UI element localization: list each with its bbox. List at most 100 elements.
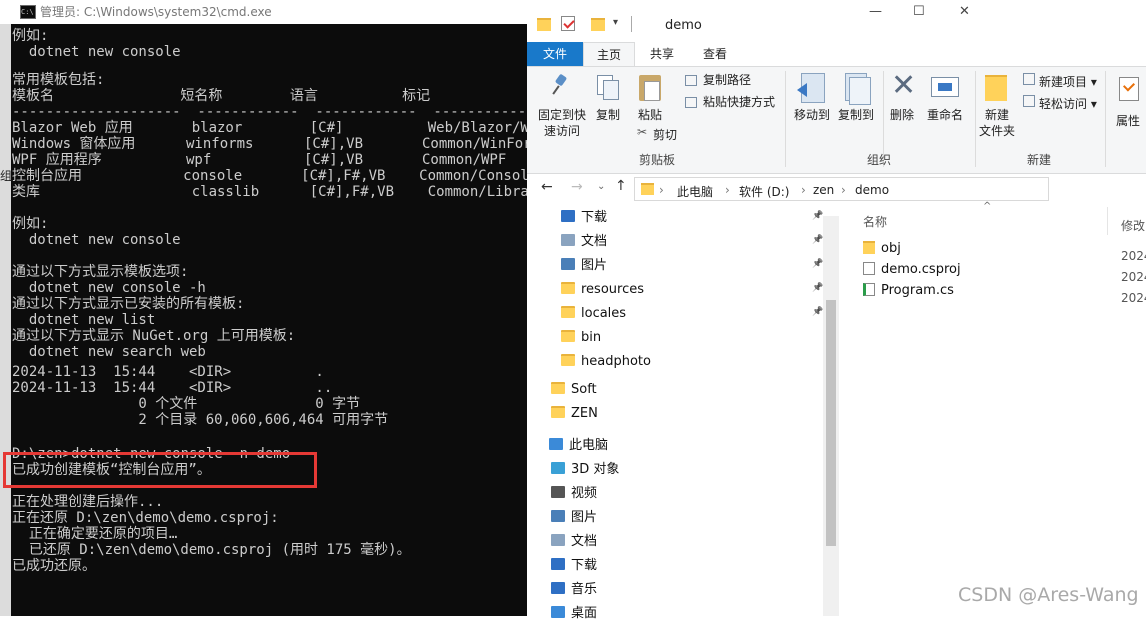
column-header-modified[interactable]: 修改 (1121, 217, 1145, 234)
nav-item[interactable]: resources (561, 279, 644, 301)
breadcrumb-drive-d[interactable]: 软件 (D:) (739, 183, 789, 200)
tab-share[interactable]: 共享 (637, 42, 687, 66)
new-item-button[interactable]: 新建项目 ▾ (1039, 74, 1097, 90)
breadcrumb-separator-icon[interactable]: › (659, 183, 664, 197)
nav-item[interactable]: 文档 (551, 531, 597, 553)
nav-item-label: 图片 (571, 510, 598, 525)
delete-icon: ✕ (891, 68, 917, 103)
tab-file[interactable]: 文件 (527, 42, 583, 66)
forward-arrow-icon[interactable]: → (571, 179, 583, 195)
breadcrumb-this-pc[interactable]: 此电脑 (677, 183, 713, 200)
properties-icon (1119, 77, 1139, 101)
nav-item-label: 3D 对象 (571, 462, 620, 477)
paste-button[interactable]: 粘贴 (633, 107, 667, 123)
background-window-glyph: 组 (0, 169, 13, 183)
nav-item[interactable]: 下载 (551, 555, 597, 577)
nav-item-label: bin (581, 330, 602, 345)
nav-item[interactable]: 文档 (561, 231, 607, 253)
properties-button[interactable]: 属性 (1111, 113, 1145, 129)
quick-access-toolbar-dropdown-icon[interactable]: ▾ (613, 17, 618, 28)
console-line: 类库 classlib [C#],F#,VB Common/Library (12, 184, 546, 200)
sort-up-chevron-icon: ^ (983, 201, 992, 212)
copy-to-button[interactable]: 复制到 (833, 107, 879, 123)
tab-view[interactable]: 查看 (689, 42, 741, 66)
delete-button[interactable]: 删除 (885, 107, 919, 123)
navigation-scrollbar-thumb[interactable] (826, 300, 836, 546)
move-to-button[interactable]: 移动到 (789, 107, 835, 123)
paste-shortcut-button[interactable]: 粘贴快捷方式 (703, 94, 775, 110)
nav-item[interactable]: locales (561, 303, 626, 325)
file-name: Program.cs (881, 283, 954, 298)
recent-locations-chevron-icon[interactable]: ⌄ (597, 181, 605, 192)
file-modified-date: 2024 (1121, 291, 1146, 305)
breadcrumb-separator-icon[interactable]: › (841, 183, 846, 197)
breadcrumb-zen[interactable]: zen (813, 183, 834, 197)
pin-to-quick-access-button[interactable]: 固定到快 速访问 (533, 107, 591, 139)
nav-item-label: Soft (571, 382, 597, 397)
copy-button[interactable]: 复制 (593, 107, 623, 123)
watermark: CSDN @Ares-Wang (958, 584, 1139, 606)
nav-item[interactable]: 桌面 (551, 603, 597, 625)
console-line: dotnet new console (12, 44, 181, 60)
cut-button[interactable]: 剪切 (653, 127, 677, 143)
console-line: 控制台应用 console [C#],F#,VB Common/Console (12, 168, 538, 184)
console-line: 已还原 D:\zen\demo\demo.csproj (用时 175 毫秒)。 (12, 542, 411, 558)
explorer-title: demo (665, 18, 702, 33)
pinned-icon[interactable]: 📌 (812, 235, 823, 245)
console-line: 2 个目录 60,060,606,464 可用字节 (12, 412, 389, 428)
console-line: 正在还原 D:\zen\demo\demo.csproj: (12, 510, 279, 526)
rename-button[interactable]: 重命名 (923, 107, 967, 123)
close-button[interactable]: ✕ (959, 4, 970, 19)
nav-item[interactable]: 图片 (551, 507, 597, 529)
console-line: 2024-11-13 15:44 <DIR> . (12, 364, 324, 380)
nav-item[interactable]: headphoto (561, 351, 651, 373)
nav-item[interactable]: ZEN (551, 403, 598, 425)
breadcrumb-demo[interactable]: demo (855, 183, 889, 197)
pinned-icon[interactable]: 📌 (812, 283, 823, 293)
file-row[interactable]: demo.csproj (863, 262, 961, 277)
copy-icon (597, 75, 619, 100)
file-row[interactable]: Program.cs (863, 283, 954, 298)
properties-quick-icon[interactable] (561, 16, 575, 31)
back-arrow-icon[interactable]: ← (541, 179, 553, 195)
console-line: 0 个文件 0 字节 (12, 396, 361, 412)
easy-access-button[interactable]: 轻松访问 ▾ (1039, 96, 1097, 112)
picture-icon (561, 258, 575, 270)
nav-item[interactable]: 3D 对象 (551, 459, 619, 481)
file-icon (863, 262, 875, 275)
file-modified-date: 2024 (1121, 270, 1146, 284)
new-folder-quick-icon[interactable] (591, 18, 605, 31)
pinned-icon[interactable]: 📌 (812, 307, 823, 317)
breadcrumb-separator-icon[interactable]: › (801, 183, 806, 197)
address-input[interactable]: › 此电脑 › 软件 (D:) › zen › demo (634, 177, 1049, 201)
pinned-icon[interactable]: 📌 (812, 211, 823, 221)
nav-item[interactable]: 此电脑 (549, 435, 608, 457)
pinned-icon[interactable]: 📌 (812, 259, 823, 269)
explorer-titlebar[interactable]: ▾ demo — ☐ ✕ (527, 0, 1146, 40)
up-arrow-icon[interactable]: ↑ (615, 178, 627, 194)
nav-item[interactable]: Soft (551, 379, 597, 401)
nav-item[interactable]: 图片 (561, 255, 607, 277)
copy-path-button[interactable]: 复制路径 (703, 72, 751, 88)
column-header-name[interactable]: 名称 (863, 213, 887, 230)
file-list-pane: 名称 ^ 修改 obj 2024 demo.csproj 2024 Program.cs… (839, 201, 1146, 616)
file-row[interactable]: obj (863, 241, 901, 256)
nav-item[interactable]: bin (561, 327, 601, 349)
nav-item[interactable]: 视频 (551, 483, 597, 505)
breadcrumb-separator-icon[interactable]: › (725, 183, 730, 197)
nav-item[interactable]: 下载 (561, 207, 607, 229)
document-icon (561, 234, 575, 246)
computer-icon (549, 438, 563, 450)
navigation-pane: 下载 📌 文档 📌 图片 📌 resources 📌 locales 📌 bin headphoto S… (527, 203, 827, 621)
maximize-button[interactable]: ☐ (913, 4, 925, 19)
move-to-icon (797, 73, 825, 103)
minimize-button[interactable]: — (869, 4, 882, 19)
console-line: 模板名 短名称 语言 标记 (12, 88, 431, 104)
console-line: 例如: (12, 216, 49, 232)
nav-item[interactable]: 音乐 (551, 579, 597, 601)
tab-home[interactable]: 主页 (583, 42, 635, 66)
paste-shortcut-icon (685, 97, 697, 108)
nav-item-label: 文档 (571, 534, 598, 549)
new-item-icon (1023, 73, 1035, 85)
new-folder-button[interactable]: 新建 文件夹 (977, 107, 1017, 139)
